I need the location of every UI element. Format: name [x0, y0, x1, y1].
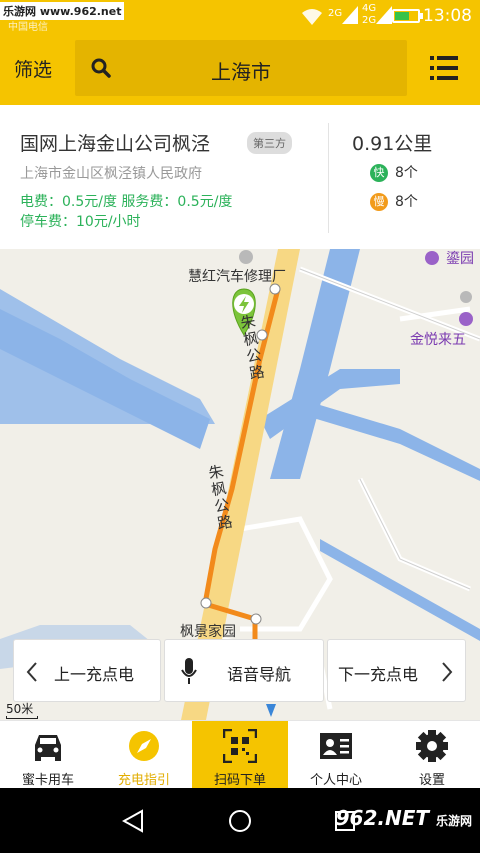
parking-fee: 停车费：10元/小时: [20, 214, 141, 230]
watermark-text: 962.NET: [335, 806, 430, 830]
operator-badge: 第三方: [247, 132, 292, 154]
poi-garden-label: 鎏园: [446, 251, 474, 267]
slow-count: 8个: [395, 194, 418, 210]
car-icon: [35, 735, 61, 761]
city-search-box[interactable]: 上海市: [75, 40, 407, 96]
navigation-bar: 上一充点电 语音导航 下一充点电: [13, 639, 466, 702]
filter-button[interactable]: 筛选: [14, 55, 52, 82]
fast-charger-count: 快 8个: [370, 162, 418, 182]
poi-repair-label: 慧红汽车修理厂: [188, 269, 286, 285]
list-menu-icon[interactable]: [430, 55, 458, 81]
tab-label: 蜜卡用车: [21, 773, 74, 788]
location-arrow: [266, 704, 276, 717]
qr-scan-icon: [223, 729, 257, 763]
battery-icon: [392, 9, 423, 23]
microphone-icon: [181, 658, 197, 684]
watermark-logo: 962.NET 乐游网: [336, 806, 472, 830]
compass-icon: [129, 731, 159, 761]
distance: 0.91公里: [352, 133, 433, 155]
network-type-3: 2G: [362, 15, 377, 26]
shopping-poi-icon: [425, 251, 439, 265]
id-card-icon: [320, 733, 352, 759]
prev-label: 上一充点电: [54, 665, 135, 684]
city-name: 上海市: [211, 60, 271, 84]
tab-label: 个人中心: [309, 773, 362, 788]
map-scale: 50米: [6, 702, 34, 716]
system-navigation-bar: 962.NET 乐游网: [0, 788, 480, 853]
clock: 13:08: [423, 6, 472, 26]
station-name: 国网上海金山公司枫泾: [20, 133, 211, 155]
prev-station-button[interactable]: 上一充点电: [13, 639, 161, 702]
station-address: 上海市金山区枫泾镇人民政府: [20, 166, 202, 182]
carrier-label: 中国电信: [8, 22, 48, 33]
signal-icon-2: [376, 6, 392, 24]
route-node: [250, 613, 262, 625]
status-bar: 乐游网 www.962.net 中国电信 2G 4G 2G 13:08: [0, 0, 480, 33]
poi-jinyue-label: 金悦来五: [410, 332, 466, 348]
tab-label: 充电指引: [117, 773, 170, 788]
back-icon[interactable]: [122, 809, 144, 833]
network-type: 2G: [328, 8, 343, 19]
watermark-sub: 乐游网: [435, 814, 472, 828]
tab-personal-center[interactable]: 个人中心: [288, 721, 384, 789]
battery-level: [395, 12, 410, 20]
voice-label: 语音导航: [227, 665, 292, 684]
chevron-right-icon: [442, 662, 453, 682]
home-icon[interactable]: [228, 809, 252, 833]
fee-line: 电费：0.5元/度 服务费：0.5元/度: [20, 194, 233, 210]
station-info-card[interactable]: 国网上海金山公司枫泾 第三方 上海市金山区枫泾镇人民政府 电费：0.5元/度 服…: [0, 105, 480, 249]
tab-scan-order[interactable]: 扫码下单: [192, 721, 288, 789]
wifi-icon: [302, 9, 322, 25]
tab-label: 设置: [418, 773, 445, 788]
fast-count: 8个: [395, 165, 418, 181]
poi-dot: [460, 291, 472, 303]
car-service-poi-icon: [239, 250, 253, 264]
tab-charging-guide[interactable]: 充电指引: [96, 721, 192, 789]
gear-icon: [416, 730, 448, 762]
slow-charger-count: 慢 8个: [370, 191, 418, 211]
route-node: [200, 597, 212, 609]
network-type-2: 4G: [362, 3, 377, 14]
tab-bar: 蜜卡用车 充电指引 扫码下单 个人中心 设置: [0, 720, 480, 789]
tab-settings[interactable]: 设置: [384, 721, 480, 789]
fast-charge-icon: 快: [370, 164, 388, 182]
canal-2: [300, 399, 480, 481]
next-station-button[interactable]: 下一充点电: [327, 639, 466, 702]
chevron-left-icon: [26, 662, 37, 682]
tab-car-rental[interactable]: 蜜卡用车: [0, 721, 96, 789]
signal-icon: [342, 6, 358, 24]
slow-charge-icon: 慢: [370, 193, 388, 211]
top-bar: 筛选 上海市: [0, 33, 480, 105]
tab-label: 扫码下单: [213, 773, 266, 788]
next-label: 下一充点电: [338, 665, 419, 684]
scale-bar: [6, 716, 38, 719]
shopping-poi-icon-2: [459, 312, 473, 326]
divider: [328, 123, 329, 233]
poi-fengjing-label: 枫景家园: [180, 624, 236, 640]
voice-navigation-button[interactable]: 语音导航: [164, 639, 324, 702]
